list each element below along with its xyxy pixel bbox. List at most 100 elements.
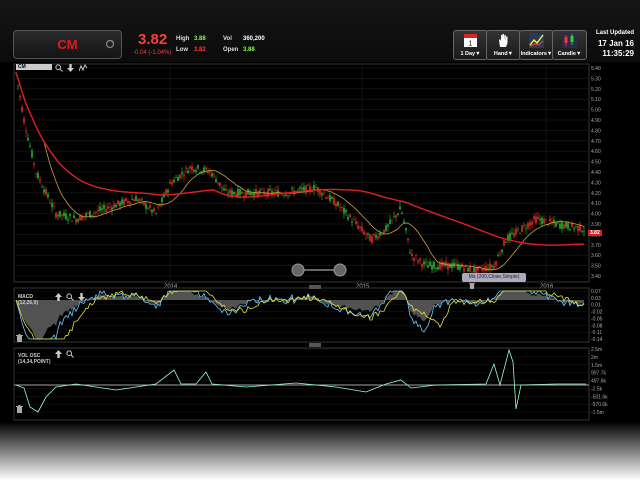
candle-body [339, 207, 341, 209]
candle-body [75, 218, 77, 223]
main-panel[interactable]: 5.40 5.30 5.20 5.10 5.00 4.90 4.80 4.70 4.60 4.50… [13, 63, 601, 290]
candle-body [23, 118, 25, 123]
drawing-tool-icon[interactable] [79, 64, 88, 72]
candle-body [357, 225, 359, 229]
candle-body [495, 261, 497, 266]
ma-trash-icon[interactable] [469, 282, 475, 289]
vol-panel-tag[interactable]: VOL OSC (14,34,POINT) [16, 353, 53, 365]
macd-trash-icon[interactable] [16, 334, 23, 342]
candle-body [505, 242, 507, 243]
candle-body [545, 218, 547, 220]
candle-body [171, 181, 173, 185]
candle-body [61, 214, 63, 216]
candle-body [409, 252, 411, 254]
arrow-down-icon[interactable] [67, 64, 74, 72]
zoom-left-handle[interactable] [291, 263, 305, 277]
macd-y-axis: 0.070.030.01-0.02-0.05-0.08-0.11-0.14 [591, 289, 603, 343]
candle-body [441, 261, 443, 267]
main-y-label: 3.90 [591, 222, 601, 228]
main-panel-frame [13, 63, 590, 283]
candle-body [113, 204, 115, 209]
candle-body [37, 172, 39, 179]
symbol-button[interactable]: CM [13, 30, 122, 59]
panel-resize-handle-2[interactable] [309, 343, 321, 347]
candle-body [125, 198, 127, 201]
macd-panel[interactable]: 0.070.030.01-0.02-0.05-0.08-0.11-0.14 [13, 287, 603, 343]
candle-body [173, 179, 175, 183]
candle-body [57, 215, 59, 217]
vol-panel[interactable]: 2.5m 2m 1.5m 997.7k 497.6k-2.5k -501.6k -970.6… [13, 347, 608, 421]
vol-y-axis: 2.5m 2m 1.5m 997.7k 497.6k-2.5k -501.6k -970.6… [591, 347, 608, 416]
open-label: Open [223, 47, 239, 53]
candle-body [141, 198, 143, 200]
candle-body [359, 226, 361, 228]
panel-resize-handle-1[interactable] [309, 285, 321, 289]
macd-arrow-up-icon[interactable] [55, 293, 62, 301]
vol-search-icon[interactable] [66, 350, 74, 358]
candle-body [43, 189, 45, 193]
candle-body [405, 228, 407, 231]
candle-body [101, 208, 103, 210]
main-y-label: 3.70 [591, 243, 601, 249]
candle-body [433, 261, 435, 269]
candle-body [353, 219, 355, 221]
main-y-label: 4.40 [591, 170, 601, 176]
candle-body [301, 187, 303, 190]
candle-body [49, 203, 51, 204]
macd-y-label: 0.01 [591, 303, 601, 309]
period-button[interactable]: 1 1 Day▼ [453, 30, 488, 60]
search-icon[interactable] [55, 64, 63, 72]
vol-y-label: 997.7k [591, 371, 607, 377]
main-y-label: 4.30 [591, 180, 601, 186]
candle-icon [562, 33, 577, 48]
candle-body [69, 214, 71, 216]
hand-button[interactable]: Hand▼ [486, 30, 521, 60]
candle-body [195, 170, 197, 172]
main-y-label: 4.00 [591, 212, 601, 218]
candle-body [47, 194, 49, 198]
candle-body [229, 189, 231, 194]
candle-body [227, 193, 229, 195]
candle-body [275, 190, 277, 191]
candle-body [429, 262, 431, 266]
vol-params: (14,34,POINT) [18, 359, 51, 365]
zoom-right-handle[interactable] [333, 263, 347, 277]
candle-body [271, 191, 273, 195]
macd-arrow-down-icon[interactable] [78, 293, 85, 301]
main-y-label: 5.20 [591, 87, 601, 93]
candle-body [435, 267, 437, 270]
candle-body [379, 232, 381, 236]
macd-search-icon[interactable] [66, 293, 74, 301]
candle-body [309, 186, 311, 191]
high-value: 3.88 [194, 36, 206, 42]
main-panel-tag[interactable]: CM [16, 64, 52, 70]
candle-body [189, 166, 191, 169]
candle-body [551, 221, 553, 223]
vol-trash-icon[interactable] [16, 405, 23, 413]
candle-body [573, 227, 575, 230]
candle-body [401, 212, 403, 214]
candle-body [561, 222, 563, 230]
candle-body [391, 219, 393, 220]
main-y-label: 4.50 [591, 160, 601, 166]
candle-body [197, 164, 199, 169]
hand-label: Hand▼ [493, 51, 514, 57]
candle-body [329, 194, 331, 201]
indicators-button[interactable]: Indicators▼ [519, 30, 554, 60]
vol-y-label: 2.5m [591, 347, 602, 353]
indicators-icon [529, 33, 544, 48]
candle-body [535, 216, 537, 223]
candle-body [35, 173, 37, 174]
macd-panel-tag[interactable]: MACD (12,26,9) [16, 294, 40, 306]
candle-button[interactable]: Candle▼ [552, 30, 587, 60]
vol-y-label: -501.6k [591, 394, 608, 400]
chart-svg[interactable]: 5.40 5.30 5.20 5.10 5.00 4.90 4.80 4.70 4.60 4.50… [0, 62, 640, 422]
last-updated-time: 11:35:29 [602, 49, 634, 58]
chart-area[interactable]: 5.40 5.30 5.20 5.10 5.00 4.90 4.80 4.70 4.60 4.50… [0, 62, 640, 422]
candle-body [363, 231, 365, 235]
macd-y-label: -0.02 [591, 310, 603, 316]
candle-body [177, 177, 179, 182]
candle-body [157, 206, 159, 208]
candle-body [117, 200, 119, 205]
vol-arrow-up-icon[interactable] [55, 350, 62, 358]
